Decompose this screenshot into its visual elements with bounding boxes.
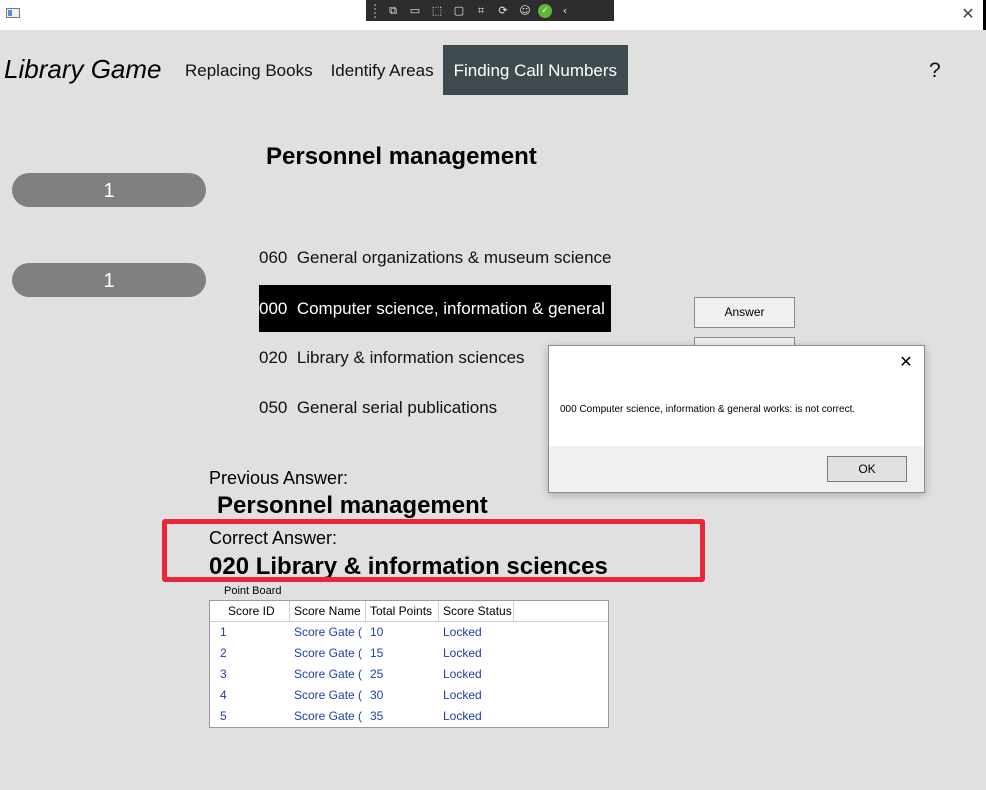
cell-total-points: 35 (370, 709, 384, 723)
table-row[interactable]: 5 Score Gate ( 35 Locked (210, 706, 608, 727)
cell-score-id: 2 (220, 646, 227, 660)
display-layout-adorners-icon[interactable]: ⬚ (428, 4, 446, 18)
option-label: Computer science, information & general (296, 299, 605, 318)
cell-score-name: Score Gate ( (294, 688, 363, 702)
main-nav: Replacing Books Identify Areas Finding C… (176, 45, 629, 95)
live-visual-tree-icon[interactable]: ⧉ (384, 4, 402, 18)
point-board-grid[interactable]: Score ID Score Name Total Points Score S… (209, 600, 609, 728)
cell-score-name: Score Gate ( (294, 625, 363, 639)
app-window-icon (6, 8, 20, 18)
highlight-annotation (162, 519, 705, 582)
cell-total-points: 15 (370, 646, 384, 660)
toolbar-grip[interactable] (374, 3, 380, 18)
cell-score-name: Score Gate ( (294, 667, 363, 681)
debug-toolbar: ⧉ ▭ ⬚ ▢ ⌗ ⟳ ☺ ✓ ‹ (366, 0, 614, 21)
cell-score-name: Score Gate ( (294, 709, 363, 723)
option-code: 060 (259, 248, 288, 267)
select-element-icon[interactable]: ▭ (406, 4, 424, 18)
help-button[interactable]: ? (929, 59, 941, 83)
cell-score-status: Locked (443, 688, 482, 702)
table-row[interactable]: 3 Score Gate ( 25 Locked (210, 664, 608, 685)
previous-answer-value: Personnel management (217, 492, 488, 519)
question-title: Personnel management (266, 143, 537, 170)
option-code: 000 (259, 299, 288, 318)
cell-score-name: Score Gate ( (294, 646, 363, 660)
app-brand-title: Library Game (4, 54, 162, 84)
previous-answer-label: Previous Answer: (209, 468, 349, 488)
checkmark-icon[interactable]: ✓ (538, 3, 552, 18)
cell-total-points: 25 (370, 667, 384, 681)
point-board-label: Point Board (224, 585, 282, 597)
nav-replacing-books[interactable]: Replacing Books (176, 45, 322, 95)
option-item[interactable]: 020 Library & information sciences (259, 343, 525, 373)
nav-finding-call-numbers[interactable]: Finding Call Numbers (442, 45, 629, 95)
accessibility-icon[interactable]: ☺ (516, 4, 534, 18)
cell-score-id: 5 (220, 709, 227, 723)
table-row[interactable]: 2 Score Gate ( 15 Locked (210, 643, 608, 664)
cell-score-status: Locked (443, 625, 482, 639)
option-label: General serial publications (296, 398, 498, 417)
cell-score-id: 1 (220, 625, 227, 639)
option-label: General organizations & museum science (296, 248, 612, 267)
hot-reload-icon[interactable]: ⟳ (494, 4, 512, 18)
option-item[interactable]: 060 General organizations & museum scien… (259, 243, 612, 273)
cell-score-id: 4 (220, 688, 227, 702)
track-focus-icon[interactable]: ▢ (450, 4, 468, 18)
window-titlebar: ⧉ ▭ ⬚ ▢ ⌗ ⟳ ☺ ✓ ‹ ✕ (0, 0, 986, 30)
cell-score-status: Locked (443, 646, 482, 660)
option-code: 020 (259, 348, 288, 367)
column-header[interactable]: Score Status (439, 601, 514, 621)
binding-failures-icon[interactable]: ⌗ (472, 4, 490, 18)
dialog-footer: OK (549, 446, 924, 492)
cell-total-points: 30 (370, 688, 384, 702)
cell-total-points: 10 (370, 625, 384, 639)
option-code: 050 (259, 398, 288, 417)
column-header[interactable]: Score ID (210, 601, 290, 621)
window-close-icon[interactable]: ✕ (958, 4, 978, 24)
cell-score-id: 3 (220, 667, 227, 681)
option-item[interactable]: 050 General serial publications (259, 393, 497, 423)
grid-header: Score ID Score Name Total Points Score S… (210, 601, 608, 622)
table-row[interactable]: 1 Score Gate ( 10 Locked (210, 622, 608, 643)
dialog-ok-button[interactable]: OK (827, 456, 907, 482)
cell-score-status: Locked (443, 667, 482, 681)
column-header[interactable]: Score Name (290, 601, 366, 621)
round-counter-pill: 1 (12, 263, 206, 297)
dialog-close-icon[interactable]: ✕ (896, 352, 916, 372)
collapse-icon[interactable]: ‹ (556, 4, 574, 18)
column-header[interactable]: Total Points (366, 601, 439, 621)
answer-button[interactable]: Answer (694, 297, 795, 328)
option-label: Library & information sciences (296, 348, 525, 367)
option-item-selected[interactable]: 000 Computer science, information & gene… (259, 285, 611, 332)
cell-score-status: Locked (443, 709, 482, 723)
dialog-message: 000 Computer science, information & gene… (560, 404, 856, 415)
score-counter-pill: 1 (12, 173, 206, 207)
message-dialog: ✕ 000 Computer science, information & ge… (548, 345, 925, 493)
nav-identify-areas[interactable]: Identify Areas (322, 45, 443, 95)
table-row[interactable]: 4 Score Gate ( 30 Locked (210, 685, 608, 706)
